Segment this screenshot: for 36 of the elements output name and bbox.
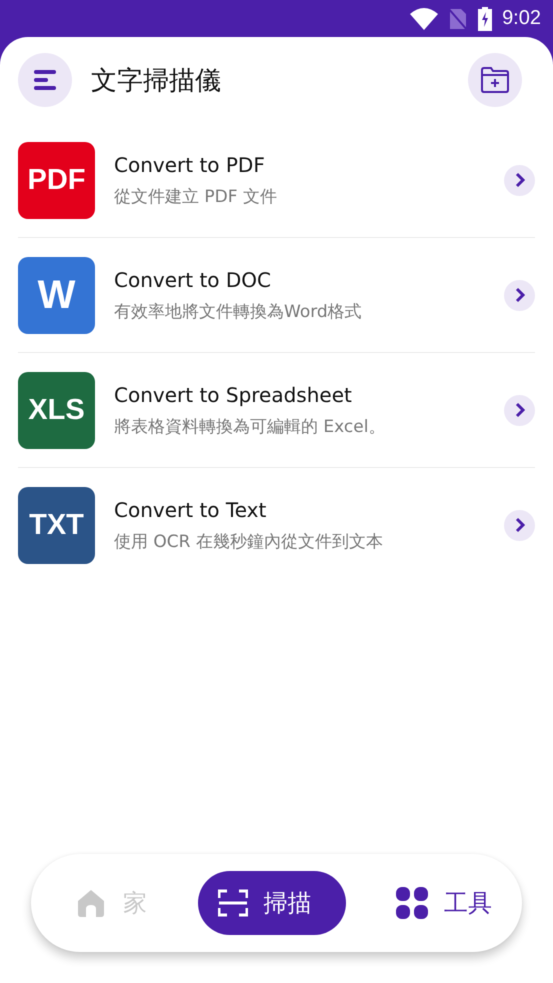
open-button[interactable] — [504, 164, 535, 196]
no-sim-icon — [448, 6, 468, 30]
wifi-icon — [410, 8, 438, 30]
menu-icon — [32, 69, 58, 91]
grid-icon — [396, 887, 428, 919]
app-title: 文字掃描儀 — [91, 64, 222, 98]
nav-tab[interactable]: 掃描 — [198, 871, 346, 935]
battery-charging-icon — [478, 6, 492, 30]
tool-title: Convert to Text — [114, 498, 268, 522]
folder-add-icon — [481, 67, 509, 93]
chevron-right-icon — [514, 402, 524, 418]
tool-row[interactable]: W Convert to DOC 有效率地將文件轉換為Word格式 — [18, 238, 535, 353]
tool-row[interactable]: TXT Convert to Text 使用 OCR 在幾秒鐘內從文件到文本 — [18, 468, 535, 582]
file-type-icon: W — [18, 256, 95, 334]
tool-title: Convert to DOC — [114, 268, 272, 292]
status-time: 9:02 — [502, 7, 541, 30]
tool-title: Convert to PDF — [114, 152, 266, 176]
tool-title: Convert to Spreadsheet — [114, 382, 353, 406]
chevron-right-icon — [514, 517, 524, 533]
file-type-icon: XLS — [18, 372, 95, 448]
file-type-icon: TXT — [18, 486, 95, 564]
tool-description: 使用 OCR 在幾秒鐘內從文件到文本 — [114, 530, 384, 552]
open-button[interactable] — [504, 280, 535, 310]
tool-row[interactable]: XLS Convert to Spreadsheet 將表格資料轉換為可編輯的 Excel。 — [18, 353, 535, 468]
tool-description: 從文件建立 PDF 文件 — [114, 186, 278, 208]
tool-description: 將表格資料轉換為可編輯的 Excel。 — [114, 416, 386, 438]
chevron-right-icon — [514, 287, 524, 303]
home-icon — [75, 887, 107, 919]
open-button[interactable] — [504, 510, 535, 540]
chevron-right-icon — [514, 172, 524, 188]
tool-row[interactable]: PDF Convert to PDF 從文件建立 PDF 文件 — [18, 123, 535, 238]
tool-description: 有效率地將文件轉換為Word格式 — [114, 300, 363, 322]
nav-tab[interactable]: 工具 — [396, 871, 492, 935]
file-type-icon: PDF — [18, 142, 95, 218]
open-button[interactable] — [504, 394, 535, 426]
scan-icon — [218, 889, 248, 917]
